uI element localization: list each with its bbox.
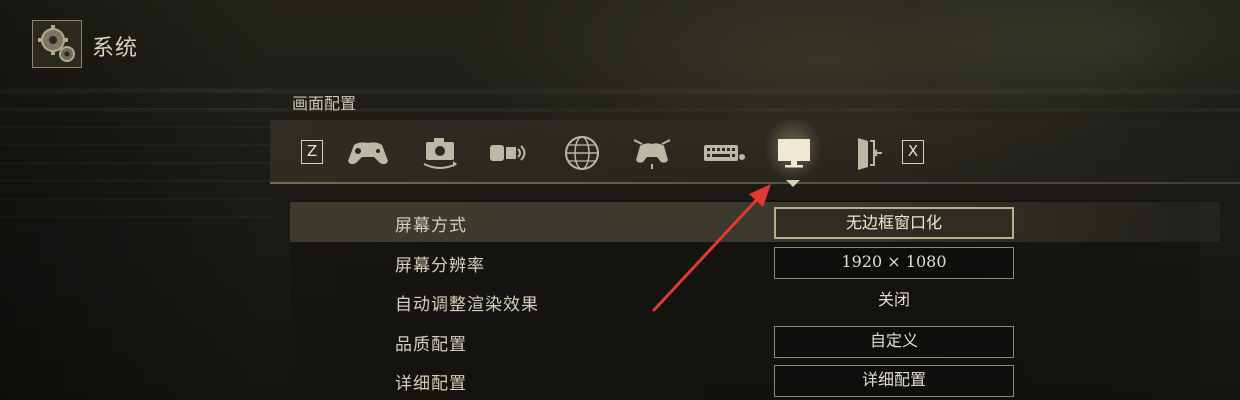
detailed-settings-button[interactable]: 详细配置 (774, 365, 1014, 397)
setting-row-resolution[interactable]: 屏幕分辨率 1920 × 1080 (290, 242, 1220, 282)
active-tab-pointer (786, 180, 800, 187)
next-tab-key-hint[interactable]: X (902, 140, 924, 164)
setting-row-quality[interactable]: 品质配置 自定义 (290, 321, 1220, 361)
setting-row-screen-mode[interactable]: 屏幕方式 无边框窗口化 (290, 202, 1220, 242)
screen-mode-select[interactable]: 无边框窗口化 (774, 207, 1014, 239)
setting-label: 品质配置 (395, 335, 467, 355)
page-title: 系统 (92, 36, 139, 61)
prev-tab-key-hint[interactable]: Z (301, 140, 323, 164)
setting-row-detailed[interactable]: 详细配置 详细配置 (290, 360, 1220, 400)
quality-preset-select[interactable]: 自定义 (774, 326, 1014, 358)
tab-sound-icon[interactable] (486, 133, 534, 173)
setting-label: 屏幕分辨率 (395, 256, 485, 276)
section-title: 画面配置 (292, 94, 357, 113)
setting-label: 自动调整渲染效果 (395, 295, 539, 315)
gear-cog-icon (32, 20, 82, 68)
tab-bar-divider (270, 182, 1240, 184)
setting-row-auto-render[interactable]: 自动调整渲染效果 关闭 (290, 281, 1220, 321)
tab-gamepad-icon[interactable] (344, 133, 392, 173)
tab-controller-buttons-icon[interactable] (628, 133, 676, 173)
tab-monitor-icon[interactable] (770, 133, 818, 173)
setting-label: 详细配置 (395, 374, 467, 394)
header: 系统 (0, 0, 1240, 88)
tab-exit-door-icon[interactable] (842, 133, 890, 173)
tab-keyboard-icon[interactable] (700, 133, 748, 173)
tab-camera-rotate-icon[interactable] (416, 133, 464, 173)
setting-label: 屏幕方式 (395, 216, 467, 236)
tab-globe-icon[interactable] (558, 133, 606, 173)
auto-render-toggle[interactable]: 关闭 (774, 286, 1014, 318)
resolution-select[interactable]: 1920 × 1080 (774, 247, 1014, 279)
